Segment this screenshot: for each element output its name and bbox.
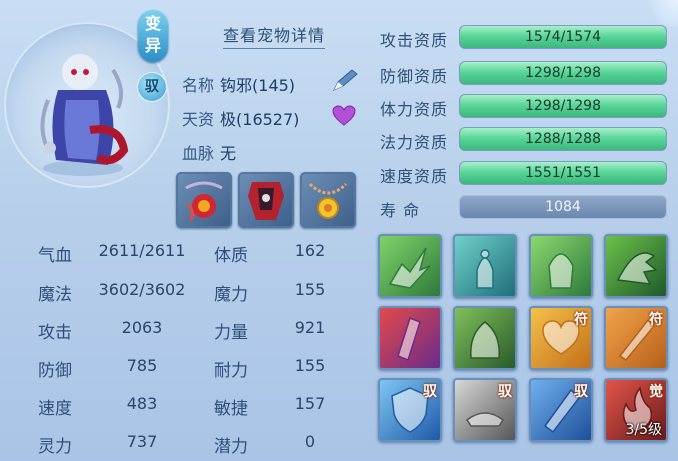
skill-level: 3/5级 [625, 422, 662, 438]
green-figure-skill-icon [548, 253, 574, 289]
skill-tag: 符 [574, 312, 588, 328]
skill-slot[interactable] [453, 234, 517, 298]
pet-model-image [40, 44, 129, 176]
aptitude-label: 防御资质 [380, 67, 449, 86]
stat-label: 魔力 [214, 285, 248, 305]
aptitude-label: 体力资质 [380, 100, 449, 119]
stat-value: 737 [126, 432, 158, 451]
aptitude-value: 1298/1298 [525, 98, 601, 114]
stat-value: 483 [126, 394, 158, 413]
equipment-slot-1[interactable] [176, 172, 232, 228]
tame-badge: 驭 [137, 72, 167, 102]
stat-label: 潜力 [214, 437, 248, 457]
skill-slot[interactable] [453, 306, 517, 370]
skill-slot[interactable] [529, 234, 593, 298]
pet-name-value: 钩邪(145) [220, 76, 296, 95]
stat-value: 2063 [121, 318, 163, 337]
aptitude-bar: 1288/1288 [459, 127, 667, 151]
skill-tag: 驭 [498, 384, 512, 400]
green-dash-skill-icon [388, 247, 431, 289]
aptitude-label: 攻击资质 [380, 31, 449, 50]
skill-tag: 觉 [649, 384, 663, 400]
skill-slot[interactable]: 驭 [453, 378, 517, 442]
aptitude-value: 1551/1551 [525, 165, 601, 181]
aptitude-bar: 1298/1298 [459, 61, 667, 85]
stat-label: 耐力 [214, 361, 248, 381]
pet-talent-label: 天资 [182, 110, 215, 129]
stat-value: 2611/2611 [98, 241, 186, 260]
green-giant-skill-icon [470, 321, 500, 359]
amulet-gold-icon [308, 182, 348, 219]
stat-value: 785 [126, 356, 158, 375]
equipment-slot-2[interactable] [238, 172, 294, 228]
aptitude-bar: 1574/1574 [459, 25, 667, 49]
stat-label: 敏捷 [214, 399, 248, 419]
life-label: 寿 命 [380, 201, 421, 220]
stat-label: 体质 [214, 246, 248, 266]
pet-talent-value: 极(16527) [220, 110, 300, 129]
equipment-slot-3[interactable] [300, 172, 356, 228]
aptitude-bar: 1298/1298 [459, 94, 667, 118]
view-pet-details-link[interactable]: 查看宠物详情 [223, 22, 326, 49]
stat-value: 0 [304, 432, 316, 451]
pet-bloodline-row: 血脉无 [182, 140, 236, 164]
rename-pencil-icon[interactable] [330, 68, 360, 94]
skill-slot[interactable]: 符 [529, 306, 593, 370]
aptitude-value: 1288/1288 [525, 131, 601, 147]
pet-talent-row: 天资 极(16527) [182, 106, 299, 130]
stat-value: 162 [294, 241, 326, 260]
pet-detail-panel: 变异 驭 查看宠物详情 名称 钩邪(145) 天资 极(16527) 血脉无 气… [0, 0, 678, 461]
aptitude-value: 1298/1298 [525, 65, 601, 81]
variant-badge: 变异 [138, 10, 168, 62]
skill-tag: 驭 [423, 384, 437, 400]
teal-figure-skill-icon [476, 249, 494, 289]
red-talisman-skill-icon [397, 317, 421, 361]
stat-label: 灵力 [38, 437, 72, 457]
green-claw-skill-icon [616, 252, 658, 285]
pet-name-label: 名称 [182, 76, 215, 95]
skill-tag: 驭 [574, 384, 588, 400]
skill-slot[interactable]: 驭 [378, 378, 442, 442]
stat-value: 921 [294, 318, 326, 337]
stat-value: 3602/3602 [98, 280, 186, 299]
pet-bloodline-value: 无 [220, 144, 237, 163]
aptitude-label: 法力资质 [380, 133, 449, 152]
skill-slot[interactable] [604, 234, 668, 298]
life-value-bar: 1084 [459, 195, 667, 219]
stat-label: 力量 [214, 323, 248, 343]
stat-label: 气血 [38, 246, 72, 266]
skill-slot[interactable] [378, 234, 442, 298]
stat-label: 攻击 [38, 323, 72, 343]
pet-bloodline-label: 血脉 [182, 144, 215, 163]
aptitude-value: 1574/1574 [525, 29, 601, 45]
aptitude-bar: 1551/1551 [459, 161, 667, 185]
stat-value: 155 [294, 356, 326, 375]
skill-slot[interactable]: 觉 3/5级 [604, 378, 668, 442]
pet-name-row: 名称 钩邪(145) [182, 72, 295, 96]
armor-red-icon [248, 182, 284, 220]
skill-slot[interactable]: 符 [604, 306, 668, 370]
skill-tag: 符 [649, 312, 663, 328]
aptitude-label: 速度资质 [380, 167, 449, 186]
stat-value: 155 [294, 280, 326, 299]
stat-label: 速度 [38, 399, 72, 419]
stat-label: 魔法 [38, 285, 72, 305]
stat-label: 防御 [38, 361, 72, 381]
necklace-red-icon [185, 181, 223, 222]
favorite-heart-icon[interactable] [332, 105, 356, 127]
stat-value: 157 [294, 394, 326, 413]
skill-slot[interactable] [378, 306, 442, 370]
skill-slot[interactable]: 驭 [529, 378, 593, 442]
